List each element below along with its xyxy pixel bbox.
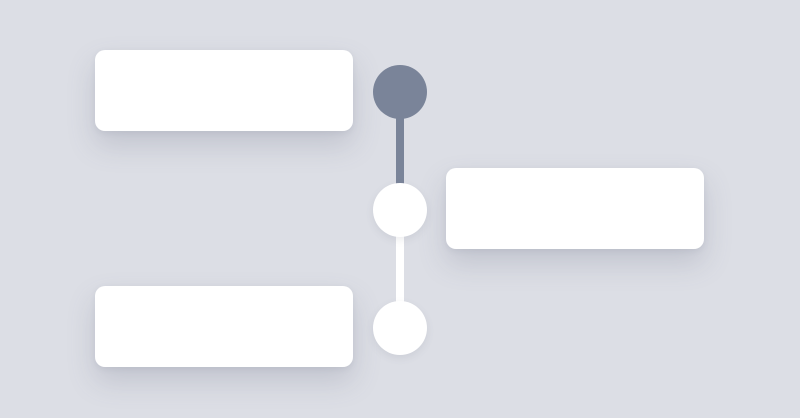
- timeline-card-2[interactable]: [446, 168, 704, 249]
- timeline-stage: [0, 0, 800, 418]
- timeline-node-3[interactable]: [373, 301, 427, 355]
- timeline-node-2[interactable]: [373, 183, 427, 237]
- timeline-card-1[interactable]: [95, 50, 353, 131]
- timeline-node-1[interactable]: [373, 65, 427, 119]
- timeline-card-3[interactable]: [95, 286, 353, 367]
